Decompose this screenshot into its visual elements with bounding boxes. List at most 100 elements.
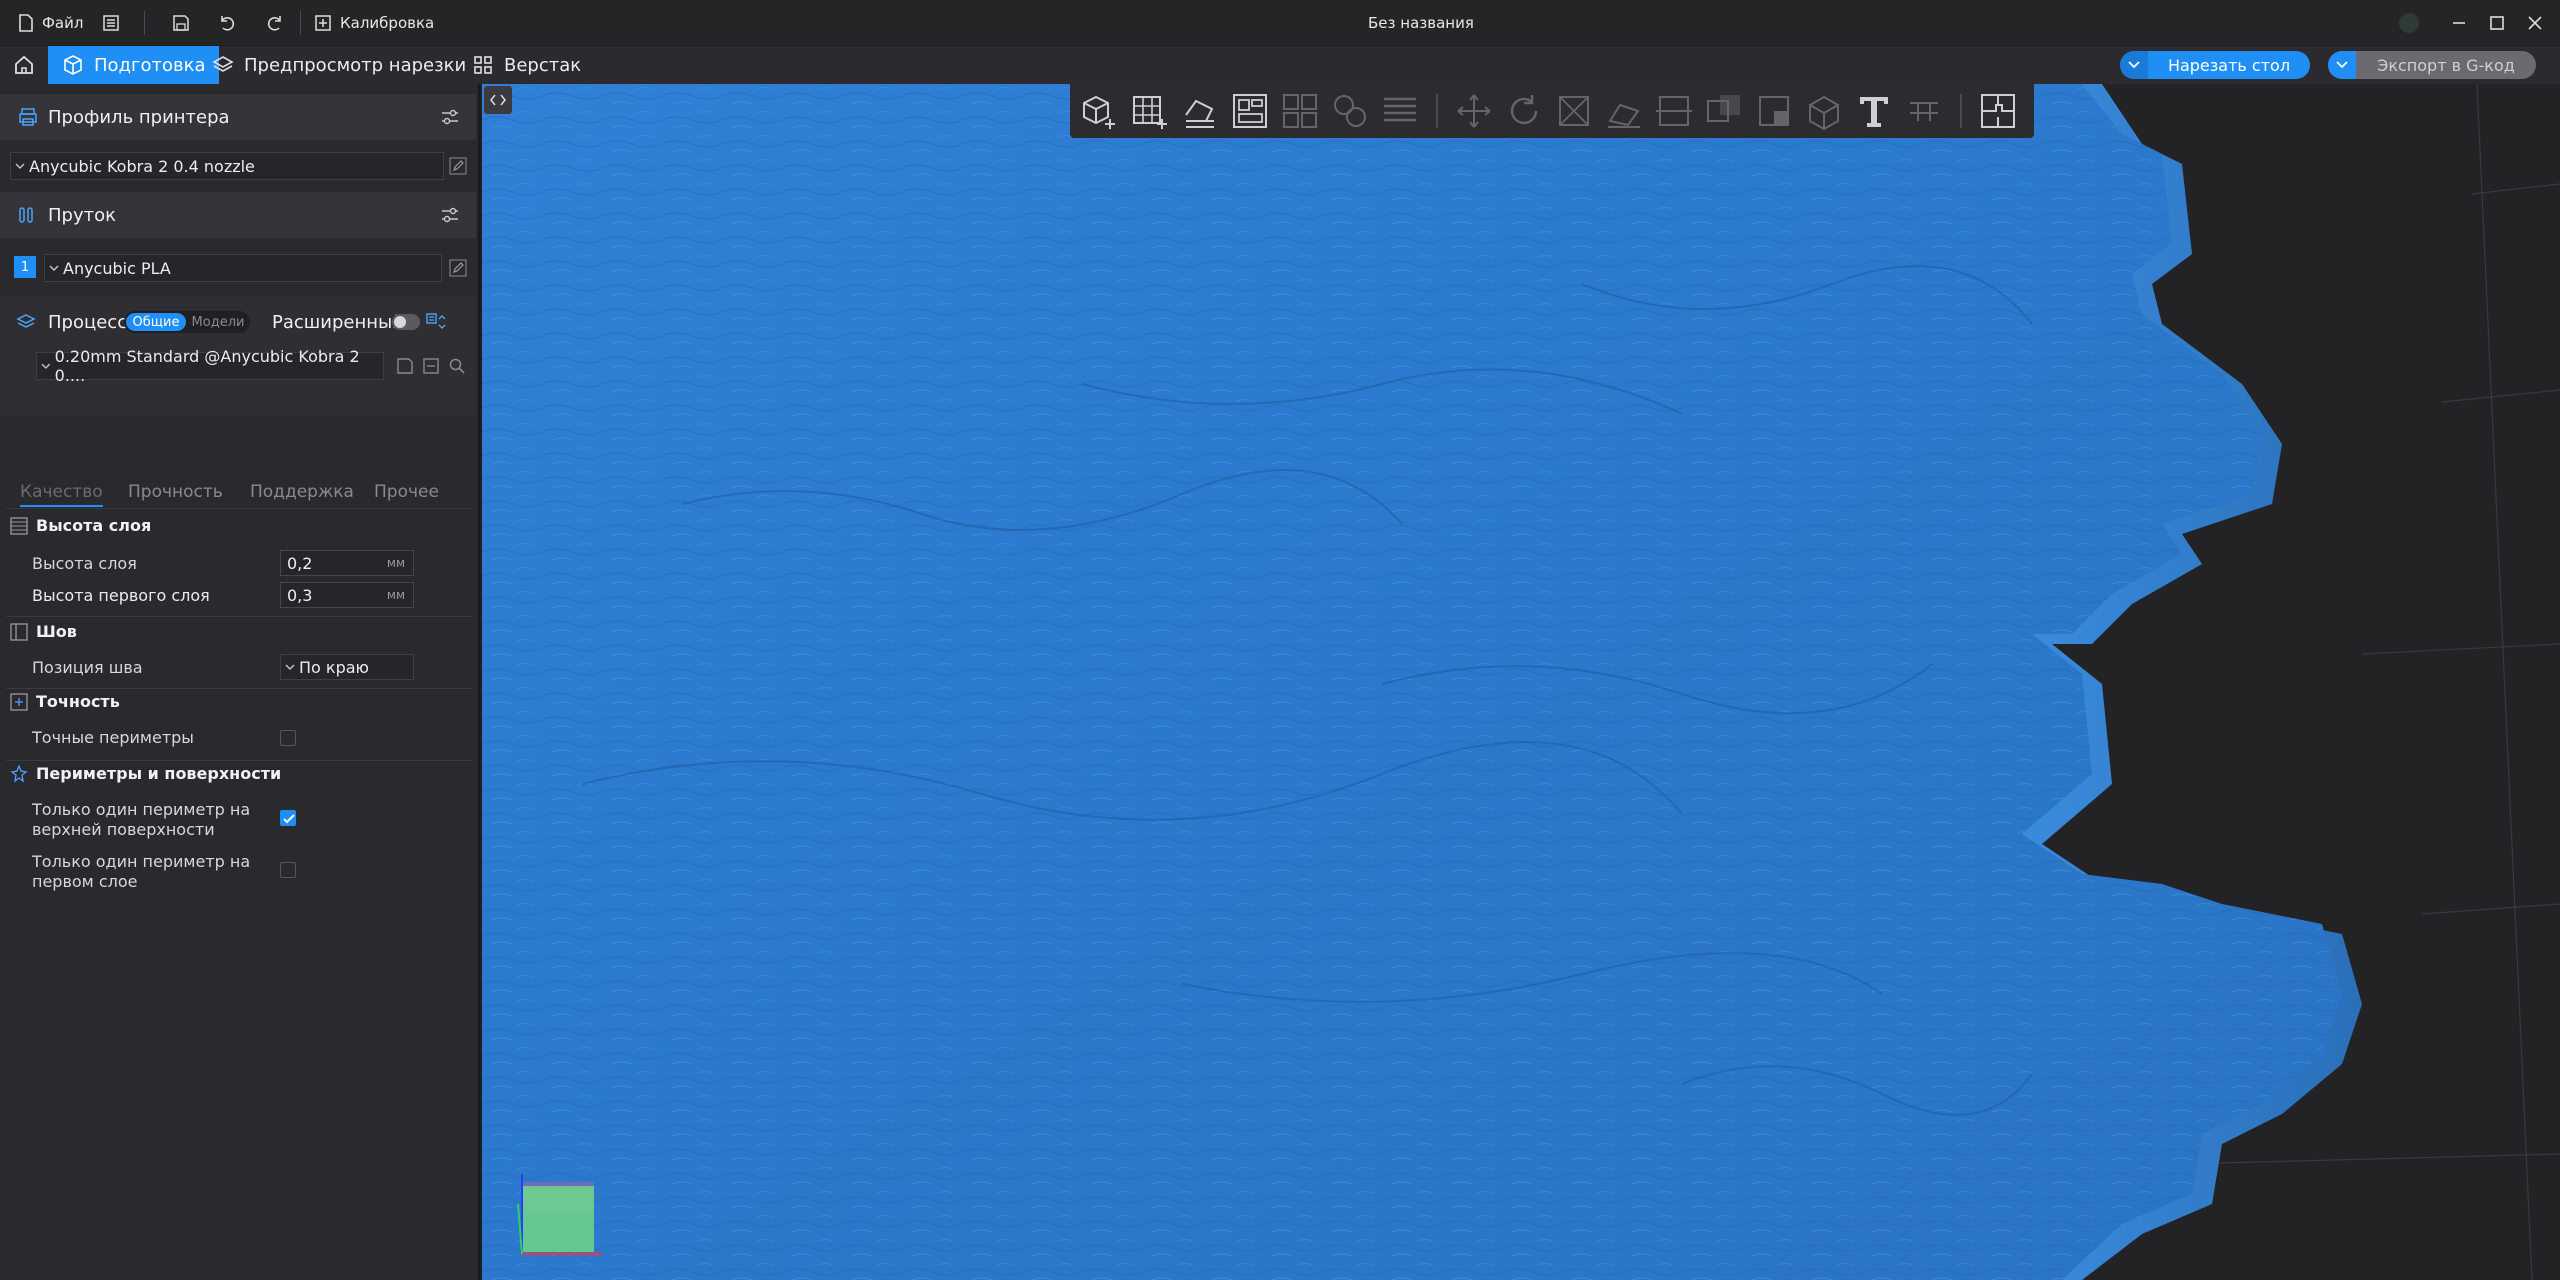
- printer-select[interactable]: Anycubic Kobra 2 0.4 nozzle: [10, 152, 444, 180]
- add-object-button[interactable]: [1078, 89, 1122, 133]
- arrange-icon: [1233, 94, 1267, 128]
- add-cube-icon: [1083, 95, 1115, 129]
- lay-on-face-button[interactable]: [1602, 89, 1646, 133]
- tab-prepare[interactable]: Подготовка: [48, 46, 220, 84]
- printer-section-header: Профиль принтера: [0, 94, 476, 140]
- first-layer-height-input[interactable]: 0,3 мм: [280, 582, 414, 608]
- scale-tool-button[interactable]: [1552, 89, 1596, 133]
- maximize-icon: [2490, 16, 2504, 30]
- delete-preset-icon[interactable]: [422, 357, 440, 375]
- tab-workbench-label: Верстак: [504, 54, 582, 76]
- subtab-other[interactable]: Прочее: [374, 482, 439, 502]
- save-button[interactable]: [172, 0, 190, 46]
- arrange-button[interactable]: [1228, 89, 1272, 133]
- move-tool-button[interactable]: [1452, 89, 1496, 133]
- settings-sliders-icon[interactable]: [440, 205, 460, 225]
- subtab-strength[interactable]: Прочность: [128, 482, 223, 502]
- cut-tool-button[interactable]: [1652, 89, 1696, 133]
- redo-button[interactable]: [266, 0, 284, 46]
- seam-icon: [10, 622, 28, 641]
- split-objects-icon: [1283, 94, 1317, 128]
- toggle-general[interactable]: Общие: [126, 313, 186, 331]
- assembly-icon: [1981, 94, 2015, 128]
- code-brackets-icon: [490, 94, 506, 106]
- support-paint-button[interactable]: [1752, 89, 1796, 133]
- assembly-view-button[interactable]: [1976, 89, 2020, 133]
- save-preset-icon[interactable]: [396, 357, 414, 375]
- one-wall-first-label-1: Только один периметр на: [32, 852, 251, 871]
- subtab-quality[interactable]: Качество: [20, 482, 103, 507]
- advanced-label: Расширенный: [272, 312, 404, 333]
- slice-dropdown[interactable]: [2120, 51, 2148, 79]
- scale-icon: [1559, 96, 1589, 126]
- layer-height-unit: мм: [386, 556, 405, 570]
- group-seam-title: Шов: [36, 622, 77, 641]
- undo-button[interactable]: [218, 0, 236, 46]
- measure-tool-button[interactable]: [1902, 89, 1946, 133]
- first-layer-height-unit: мм: [386, 588, 405, 602]
- layers-editing-button[interactable]: [1378, 89, 1422, 133]
- split-objects-button[interactable]: [1278, 89, 1322, 133]
- terrain-model[interactable]: [482, 84, 2560, 1280]
- group-precision-title: Точность: [36, 692, 120, 711]
- one-wall-first-checkbox[interactable]: [280, 862, 296, 878]
- rotate-tool-button[interactable]: [1502, 89, 1546, 133]
- seam-paint-button[interactable]: [1802, 89, 1846, 133]
- process-preset-select[interactable]: 0.20mm Standard @Anycubic Kobra 2 0....: [36, 347, 384, 385]
- filament-icon: [19, 207, 33, 223]
- boolean-icon: [1707, 95, 1740, 122]
- export-dropdown[interactable]: [2328, 51, 2356, 79]
- split-parts-button[interactable]: [1328, 89, 1372, 133]
- tab-workbench[interactable]: Верстак: [458, 46, 595, 84]
- printer-icon: [19, 108, 37, 126]
- one-wall-top-checkbox[interactable]: [280, 810, 296, 826]
- file-menu[interactable]: Файл: [18, 0, 83, 46]
- seam-position-value: По краю: [299, 657, 369, 677]
- 3d-viewport[interactable]: [482, 84, 2560, 1280]
- settings-sliders-icon[interactable]: [440, 107, 460, 127]
- export-gcode-button[interactable]: Экспорт в G-код: [2328, 51, 2536, 79]
- walls-icon: [10, 764, 28, 782]
- compare-icon[interactable]: [426, 311, 448, 333]
- edit-icon[interactable]: [448, 258, 468, 278]
- layer-height-input[interactable]: 0,2 мм: [280, 550, 414, 576]
- process-mode-toggle[interactable]: Общие Модели: [124, 311, 250, 333]
- save-icon: [173, 15, 189, 31]
- menu-button[interactable]: [102, 0, 120, 46]
- file-menu-label: Файл: [42, 14, 84, 32]
- one-wall-top-label-1: Только один периметр на: [32, 800, 251, 819]
- collapse-sidebar-button[interactable]: [484, 86, 512, 114]
- text-tool-button[interactable]: [1852, 89, 1896, 133]
- layer-height-icon: [10, 516, 28, 535]
- close-button[interactable]: [2510, 0, 2560, 46]
- plate-grid-icon: [1133, 96, 1167, 129]
- auto-orient-button[interactable]: [1178, 89, 1222, 133]
- process-section-title: Процесс: [48, 312, 128, 333]
- tab-preview[interactable]: Предпросмотр нарезки: [198, 46, 480, 84]
- precise-walls-checkbox[interactable]: [280, 730, 296, 746]
- filament-select[interactable]: Anycubic PLA: [44, 254, 442, 282]
- group-precision: Точность: [10, 692, 120, 711]
- advanced-switch[interactable]: [392, 314, 420, 330]
- one-wall-first-label-2: первом слое: [32, 872, 138, 891]
- support-paint-icon: [1759, 96, 1789, 126]
- lay-on-face-icon: [1608, 103, 1640, 128]
- filament-slot-badge[interactable]: 1: [14, 256, 36, 278]
- slice-button[interactable]: Нарезать стол: [2120, 51, 2310, 79]
- add-plate-button[interactable]: [1128, 89, 1172, 133]
- account-button[interactable]: [2384, 0, 2434, 46]
- edit-icon[interactable]: [448, 156, 468, 176]
- chevron-down-icon: [285, 664, 295, 670]
- subtab-support[interactable]: Поддержка: [250, 482, 354, 502]
- search-icon[interactable]: [448, 357, 466, 375]
- home-tab[interactable]: [0, 46, 48, 84]
- toggle-models[interactable]: Модели: [188, 313, 248, 331]
- title-bar: Файл Калибровка Без названия: [0, 0, 2560, 46]
- seam-position-select[interactable]: По краю: [280, 654, 414, 680]
- chevron-down-icon: [49, 265, 59, 271]
- calibration-menu[interactable]: Калибровка: [314, 0, 434, 46]
- mesh-boolean-button[interactable]: [1702, 89, 1746, 133]
- redo-icon: [267, 16, 281, 31]
- group-layer-height-title: Высота слоя: [36, 516, 152, 535]
- chevron-down-icon: [41, 363, 51, 369]
